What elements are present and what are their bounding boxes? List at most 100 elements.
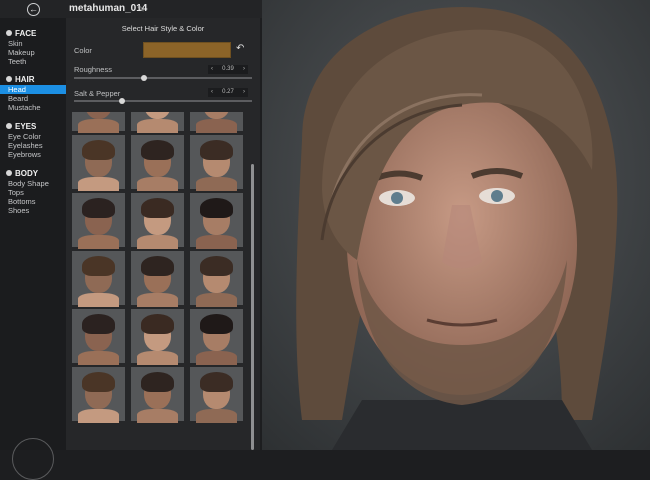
- tile-hair: [200, 372, 233, 392]
- face-icon: [6, 30, 12, 36]
- tile-shoulders: [78, 119, 119, 133]
- tile-shoulders: [196, 351, 237, 365]
- sidebar-item-bottoms[interactable]: Bottoms: [0, 197, 66, 206]
- hair-style-tile[interactable]: [72, 367, 125, 423]
- tile-shoulders: [78, 177, 119, 191]
- reset-icon[interactable]: ↶: [236, 43, 244, 54]
- sidebar: FACE Skin Makeup Teeth HAIR Head Beard M…: [0, 18, 66, 480]
- character-name: metahuman_014: [69, 3, 148, 14]
- tile-head: [203, 112, 230, 119]
- group-face-header[interactable]: FACE: [0, 28, 66, 39]
- sidebar-item-eyelashes[interactable]: Eyelashes: [0, 141, 66, 150]
- tile-hair: [141, 372, 174, 392]
- salt-pepper-slider[interactable]: [74, 100, 252, 102]
- tile-hair: [82, 314, 115, 334]
- hair-style-tile[interactable]: [131, 135, 184, 191]
- hair-color-swatch[interactable]: [143, 42, 231, 58]
- hair-style-tile[interactable]: [131, 367, 184, 423]
- tile-shoulders: [78, 235, 119, 249]
- tile-shoulders: [78, 409, 119, 423]
- sidebar-item-beard[interactable]: Beard: [0, 94, 66, 103]
- tile-shoulders: [137, 293, 178, 307]
- sidebar-item-skin[interactable]: Skin: [0, 39, 66, 48]
- tile-shoulders: [137, 177, 178, 191]
- salt-pepper-label: Salt & Pepper: [74, 89, 121, 98]
- panel-title: Select Hair Style & Color: [121, 24, 205, 33]
- hair-icon: [6, 76, 12, 82]
- tile-hair: [82, 256, 115, 276]
- roughness-value: 0.39: [222, 66, 234, 72]
- group-hair: HAIR Head Beard Mustache: [0, 74, 66, 112]
- group-face: FACE Skin Makeup Teeth: [0, 28, 66, 66]
- hair-style-tile[interactable]: [190, 112, 243, 133]
- tile-shoulders: [196, 235, 237, 249]
- tile-shoulders: [137, 235, 178, 249]
- sidebar-item-mustache[interactable]: Mustache: [0, 103, 66, 112]
- tile-hair: [200, 314, 233, 334]
- group-body: BODY Body Shape Tops Bottoms Shoes: [0, 168, 66, 215]
- sidebar-item-body-shape[interactable]: Body Shape: [0, 179, 66, 188]
- character-portrait: [262, 0, 650, 450]
- hair-style-tile[interactable]: [72, 309, 125, 365]
- tile-shoulders: [137, 119, 178, 133]
- hair-style-tile[interactable]: [190, 193, 243, 249]
- increment-icon[interactable]: ›: [243, 88, 245, 97]
- hair-style-tile[interactable]: [72, 251, 125, 307]
- sidebar-item-shoes[interactable]: Shoes: [0, 206, 66, 215]
- tile-hair: [200, 256, 233, 276]
- tile-head: [144, 112, 171, 119]
- tile-head: [85, 112, 112, 119]
- sidebar-item-head[interactable]: Head: [0, 85, 66, 94]
- tile-shoulders: [196, 177, 237, 191]
- sidebar-item-eye-color[interactable]: Eye Color: [0, 132, 66, 141]
- hair-style-tile[interactable]: [131, 112, 184, 133]
- hair-style-tile[interactable]: [131, 251, 184, 307]
- hair-style-tile[interactable]: [190, 251, 243, 307]
- sidebar-item-teeth[interactable]: Teeth: [0, 57, 66, 66]
- group-eyes-header[interactable]: EYES: [0, 121, 66, 132]
- tile-shoulders: [196, 409, 237, 423]
- increment-icon[interactable]: ›: [243, 65, 245, 74]
- salt-pepper-slider-handle[interactable]: [119, 98, 125, 104]
- bottom-circle-button[interactable]: [12, 438, 54, 480]
- tile-hair: [141, 140, 174, 160]
- body-icon: [6, 170, 12, 176]
- tile-hair: [200, 140, 233, 160]
- tile-shoulders: [137, 409, 178, 423]
- character-viewport[interactable]: [262, 0, 650, 450]
- eye-icon: [6, 123, 12, 129]
- tile-hair: [82, 198, 115, 218]
- tile-hair: [200, 198, 233, 218]
- sidebar-item-eyebrows[interactable]: Eyebrows: [0, 150, 66, 159]
- hair-style-grid: [72, 112, 248, 450]
- sidebar-item-makeup[interactable]: Makeup: [0, 48, 66, 57]
- hair-style-tile[interactable]: [190, 135, 243, 191]
- panel-scrollbar[interactable]: [251, 164, 254, 450]
- salt-pepper-value: 0.27: [222, 89, 234, 95]
- back-arrow-icon[interactable]: ←: [27, 3, 40, 16]
- hair-style-panel: Select Hair Style & Color Color ↶ Roughn…: [66, 18, 260, 450]
- hair-style-tile[interactable]: [72, 193, 125, 249]
- hair-style-tile[interactable]: [72, 112, 125, 133]
- tile-shoulders: [196, 119, 237, 133]
- salt-pepper-stepper[interactable]: ‹ 0.27 ›: [208, 88, 248, 97]
- hair-style-tile[interactable]: [190, 309, 243, 365]
- hair-style-tile[interactable]: [131, 193, 184, 249]
- tile-hair: [82, 140, 115, 160]
- pencil-icon[interactable]: ✎: [137, 4, 145, 15]
- roughness-stepper[interactable]: ‹ 0.39 ›: [208, 65, 248, 74]
- roughness-label: Roughness: [74, 65, 112, 74]
- group-eyes: EYES Eye Color Eyelashes Eyebrows: [0, 121, 66, 159]
- group-hair-header[interactable]: HAIR: [0, 74, 66, 85]
- sidebar-item-tops[interactable]: Tops: [0, 188, 66, 197]
- tile-hair: [141, 198, 174, 218]
- tile-shoulders: [137, 351, 178, 365]
- hair-style-tile[interactable]: [72, 135, 125, 191]
- color-label: Color: [74, 46, 92, 55]
- tile-shoulders: [78, 351, 119, 365]
- roughness-slider-handle[interactable]: [141, 75, 147, 81]
- roughness-slider[interactable]: [74, 77, 252, 79]
- group-body-header[interactable]: BODY: [0, 168, 66, 179]
- hair-style-tile[interactable]: [131, 309, 184, 365]
- hair-style-tile[interactable]: [190, 367, 243, 423]
